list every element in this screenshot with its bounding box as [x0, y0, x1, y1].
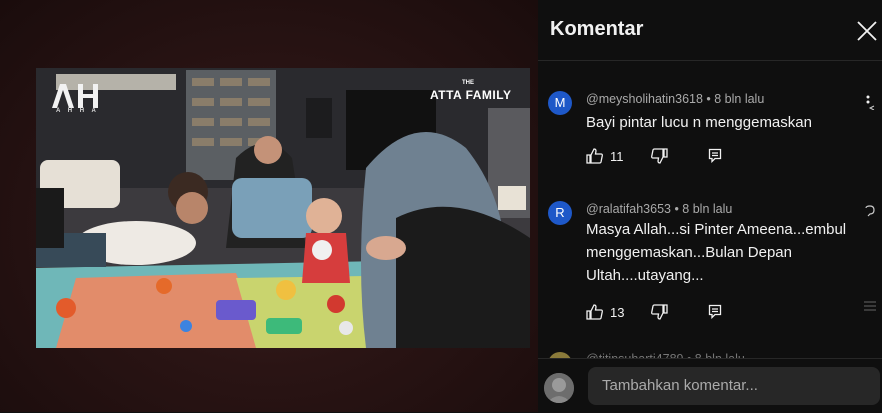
more-vert-icon[interactable] — [864, 204, 876, 220]
like-count: 13 — [610, 304, 625, 320]
thumbs-up-icon — [586, 304, 603, 320]
add-comment-input[interactable]: Tambahkan komentar... — [588, 367, 880, 405]
like-button[interactable]: 13 — [586, 304, 624, 320]
comment-text: Bayi pintar lucu n menggemaskan — [586, 114, 812, 131]
comment-text-line: Ultah....utayang... — [586, 267, 704, 284]
reply-icon — [708, 148, 722, 163]
thumbs-down-icon — [651, 148, 668, 164]
reply-button[interactable] — [708, 148, 722, 163]
dislike-button[interactable] — [650, 304, 668, 320]
channel-logo — [52, 84, 98, 108]
video-scene — [36, 68, 530, 348]
video-frame[interactable]: A H H A THE ATTA FAMILY — [36, 68, 530, 348]
more-vert-icon[interactable] — [864, 94, 876, 110]
avatar[interactable]: R — [548, 201, 572, 225]
comments-panel: Komentar M @meysholihatin3618 • 8 bln la… — [538, 0, 882, 413]
comment-text: Masya Allah...si Pinter Ameena...embul m… — [586, 218, 868, 287]
close-icon[interactable] — [856, 20, 878, 42]
comment-author-meta: @meysholihatin3618 • 8 bln lalu — [586, 92, 765, 106]
channel-logo-subtext: A H H A — [56, 108, 99, 114]
user-avatar[interactable] — [544, 373, 574, 403]
reply-icon — [708, 304, 722, 319]
avatar[interactable]: M — [548, 91, 572, 115]
user-avatar-image — [544, 373, 574, 403]
comment-author-meta: @ralatifah3653 • 8 bln lalu — [586, 202, 733, 216]
add-comment-bar: Tambahkan komentar... — [538, 358, 882, 413]
thumbs-down-icon — [651, 304, 668, 320]
header-divider — [538, 60, 882, 61]
channel-watermark: ATTA FAMILY — [430, 88, 512, 102]
dislike-button[interactable] — [650, 148, 668, 164]
comment-text-line: menggemaskan...Bulan Depan — [586, 244, 792, 261]
thumbs-up-icon — [586, 148, 603, 164]
menu-icon[interactable] — [864, 298, 876, 314]
comment-text-line: Masya Allah...si Pinter Ameena...embul — [586, 221, 847, 238]
reply-button[interactable] — [708, 304, 722, 319]
like-count: 11 — [610, 148, 624, 164]
video-player-area[interactable]: A H H A THE ATTA FAMILY — [0, 0, 538, 412]
watermark-prefix: THE — [462, 80, 474, 86]
like-button[interactable]: 11 — [586, 148, 624, 164]
panel-title: Komentar — [550, 18, 644, 40]
